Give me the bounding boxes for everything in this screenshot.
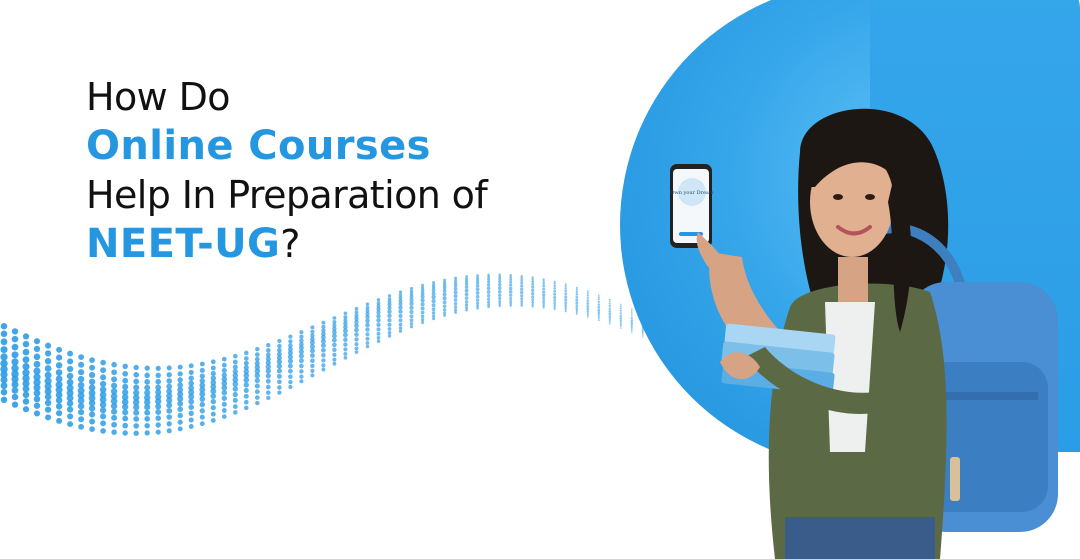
headline-line-2: Online Courses (86, 123, 431, 169)
phone-icon: Own your Dream (670, 164, 714, 248)
headline-line-4: NEET-UG? (86, 224, 487, 264)
headline-line-1: How Do (86, 75, 231, 119)
neet-ug-text: NEET-UG (86, 221, 281, 267)
question-mark: ? (280, 222, 301, 266)
banner: How Do Online Courses Help In Preparatio… (0, 0, 1080, 559)
headline-line-3: Help In Preparation of (86, 173, 488, 217)
headline: How Do Online Courses Help In Preparatio… (86, 75, 488, 264)
student-illustration: Own your Dream (670, 108, 1058, 559)
phone-screen-text: Own your Dream (670, 190, 714, 196)
